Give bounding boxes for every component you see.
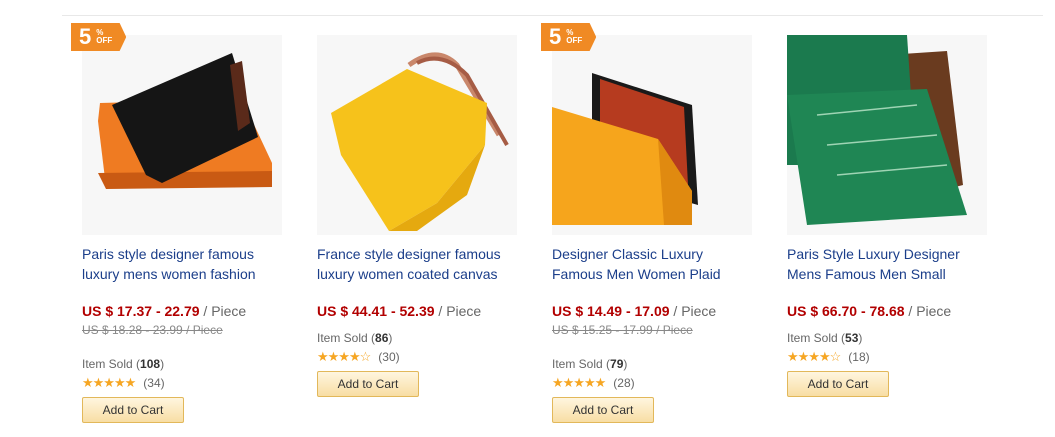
discount-badge: 5 % OFF bbox=[541, 23, 597, 51]
add-to-cart-button[interactable]: Add to Cart bbox=[552, 397, 654, 423]
product-image[interactable] bbox=[787, 35, 987, 235]
badge-off: OFF bbox=[96, 36, 113, 45]
product-title-link[interactable]: France style designer famous luxury wome… bbox=[317, 244, 517, 284]
discount-badge: 5 % OFF bbox=[71, 23, 127, 51]
price-unit: / Piece bbox=[673, 303, 717, 319]
star-rating-icon: ★★★★☆ bbox=[787, 349, 841, 364]
rating: ★★★★☆ (18) bbox=[787, 349, 987, 365]
rating: ★★★★★ (28) bbox=[552, 375, 752, 391]
product-title-link[interactable]: Paris style designer famous luxury mens … bbox=[82, 244, 282, 284]
review-count: (34) bbox=[143, 376, 165, 390]
price-range: US $ 66.70 - 78.68 bbox=[787, 303, 905, 319]
price: US $ 14.49 - 17.09 / Piece bbox=[552, 303, 752, 319]
item-sold: Item Sold (53) bbox=[787, 331, 863, 345]
product-card: Paris Style Luxury Designer Mens Famous … bbox=[787, 35, 987, 397]
product-card: 5 % OFF Paris style designer famous luxur… bbox=[71, 23, 282, 423]
price-unit: / Piece bbox=[203, 303, 247, 319]
review-count: (28) bbox=[613, 376, 635, 390]
sold-count: 86 bbox=[375, 331, 389, 345]
price-unit: / Piece bbox=[438, 303, 482, 319]
product-card: 5 % OFF Designer Classic Luxury Famous Me… bbox=[541, 23, 752, 423]
add-to-cart-button[interactable]: Add to Cart bbox=[317, 371, 419, 397]
original-price: US $ 18.28 - 23.99 / Piece bbox=[82, 323, 223, 337]
item-sold: Item Sold (86) bbox=[317, 331, 393, 345]
product-image[interactable] bbox=[317, 35, 517, 235]
price: US $ 44.41 - 52.39 / Piece bbox=[317, 303, 517, 319]
product-card: France style designer famous luxury wome… bbox=[317, 35, 517, 397]
star-rating-icon: ★★★★★ bbox=[552, 375, 606, 390]
price: US $ 17.37 - 22.79 / Piece bbox=[82, 303, 282, 319]
badge-number: 5 bbox=[549, 24, 563, 49]
add-to-cart-button[interactable]: Add to Cart bbox=[787, 371, 889, 397]
product-image[interactable] bbox=[82, 35, 282, 235]
sold-count: 108 bbox=[140, 357, 161, 371]
price-unit: / Piece bbox=[908, 303, 952, 319]
badge-number: 5 bbox=[79, 24, 93, 49]
rating: ★★★★☆ (30) bbox=[317, 349, 517, 365]
item-sold: Item Sold (108) bbox=[82, 357, 165, 371]
badge-off: OFF bbox=[566, 36, 583, 45]
add-to-cart-button[interactable]: Add to Cart bbox=[82, 397, 184, 423]
sold-count: 79 bbox=[610, 357, 624, 371]
item-sold: Item Sold (79) bbox=[552, 357, 628, 371]
product-title-link[interactable]: Paris Style Luxury Designer Mens Famous … bbox=[787, 244, 987, 284]
price: US $ 66.70 - 78.68 / Piece bbox=[787, 303, 987, 319]
product-title-link[interactable]: Designer Classic Luxury Famous Men Women… bbox=[552, 244, 752, 284]
review-count: (30) bbox=[378, 350, 400, 364]
review-count: (18) bbox=[848, 350, 870, 364]
price-range: US $ 17.37 - 22.79 bbox=[82, 303, 200, 319]
price-range: US $ 44.41 - 52.39 bbox=[317, 303, 435, 319]
price-range: US $ 14.49 - 17.09 bbox=[552, 303, 670, 319]
top-divider bbox=[62, 15, 1043, 16]
sold-count: 53 bbox=[845, 331, 859, 345]
star-rating-icon: ★★★★★ bbox=[82, 375, 136, 390]
original-price: US $ 15.25 - 17.99 / Piece bbox=[552, 323, 693, 337]
star-rating-icon: ★★★★☆ bbox=[317, 349, 371, 364]
product-image[interactable] bbox=[552, 35, 752, 235]
rating: ★★★★★ (34) bbox=[82, 375, 282, 391]
